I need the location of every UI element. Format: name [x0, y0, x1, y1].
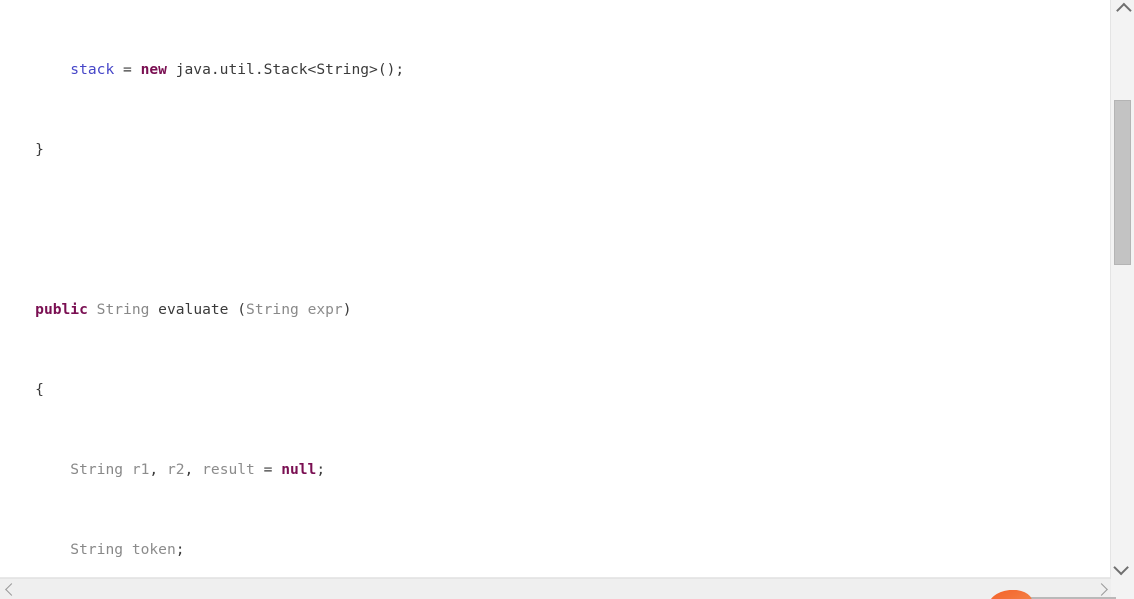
- orange-accent-marker: [988, 590, 1032, 599]
- token-keyword-null: null: [281, 461, 317, 478]
- scroll-down-button[interactable]: [1111, 557, 1134, 578]
- code-line: }: [0, 141, 44, 158]
- horizontal-scrollbar[interactable]: [0, 578, 1134, 599]
- code-line: public String evaluate (String expr): [35, 301, 352, 318]
- token-variable-stack: stack: [70, 61, 115, 78]
- scroll-up-button[interactable]: [1111, 0, 1134, 21]
- source-code-block[interactable]: stack = new java.util.Stack<String>(); }…: [0, 0, 670, 578]
- chevron-down-icon: [1113, 559, 1129, 576]
- code-editor-window: stack = new java.util.Stack<String>(); }…: [0, 0, 1134, 599]
- scroll-left-button[interactable]: [0, 579, 22, 599]
- code-line: String r1, r2, result = null;: [70, 461, 326, 478]
- code-line: {: [0, 381, 44, 398]
- chevron-up-icon: [1116, 2, 1132, 19]
- chevron-left-icon: [4, 582, 18, 596]
- code-line: String token;: [70, 541, 185, 558]
- vertical-scrollbar[interactable]: [1110, 0, 1134, 578]
- orange-accent-shape: [988, 590, 1032, 599]
- vertical-scrollbar-thumb[interactable]: [1114, 100, 1131, 265]
- chevron-right-icon: [1094, 582, 1108, 596]
- scrollbar-corner: [1111, 578, 1134, 599]
- code-line: stack = new java.util.Stack<String>();: [70, 61, 405, 78]
- token-keyword-public: public: [35, 301, 88, 318]
- code-viewport[interactable]: stack = new java.util.Stack<String>(); }…: [0, 0, 1110, 578]
- token-keyword-new: new: [140, 61, 167, 78]
- scroll-right-button[interactable]: [1090, 579, 1112, 599]
